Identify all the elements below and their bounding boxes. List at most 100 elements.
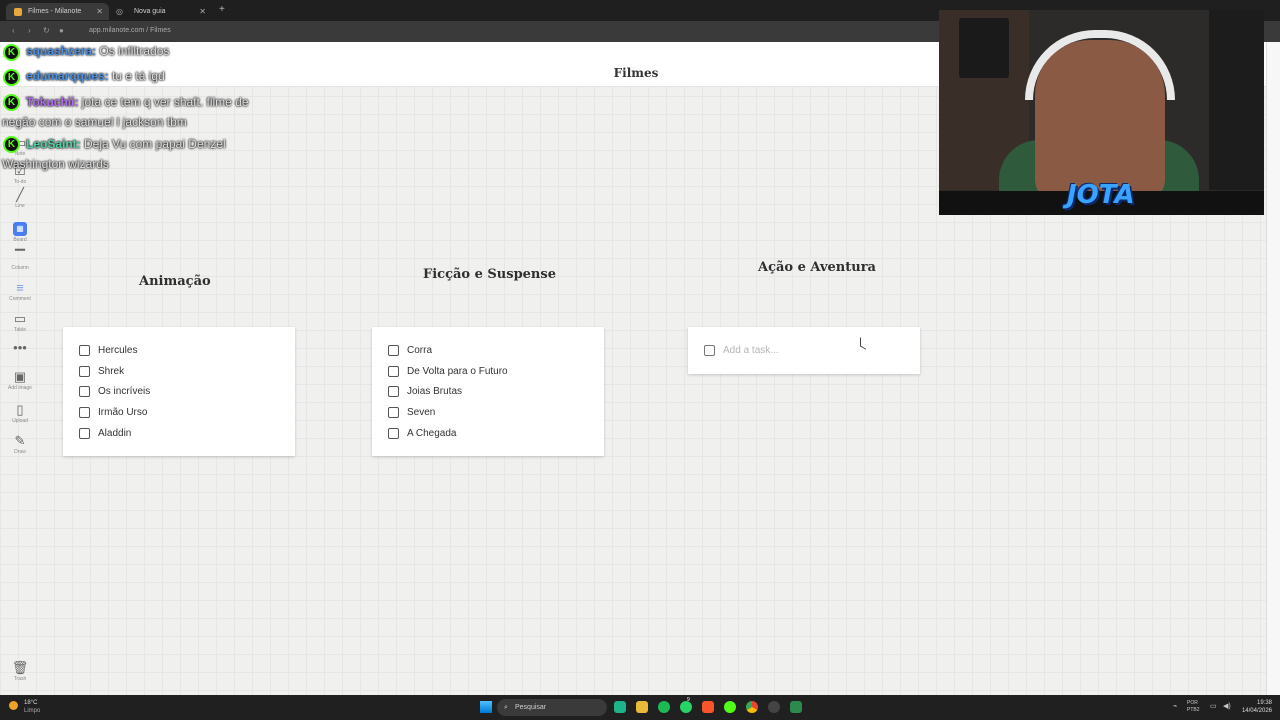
whatsapp-icon[interactable]: 9 [680, 697, 692, 713]
sun-icon [9, 701, 18, 710]
monitor-tray-icon[interactable]: ▭ [1210, 702, 1217, 710]
table-icon: ▭ [13, 311, 27, 326]
back-icon[interactable]: ‹ [12, 26, 15, 35]
chat-message: edumarqques: tu e tá igd [26, 69, 165, 83]
search-icon: ⌕ [504, 704, 508, 711]
background-jersey [1209, 10, 1264, 190]
tab-nova-guia[interactable]: ◎ Nova guia ✕ [112, 3, 212, 20]
column-title-ficcao-suspense[interactable]: Ficção e Suspense [423, 267, 556, 282]
webcam-overlay: JOTA [939, 10, 1264, 215]
kick-badge-icon: K [3, 69, 20, 86]
chat-message: Tokuchii: jota ce tem q ver shaft. filme… [26, 95, 249, 109]
task-item[interactable]: Seven [388, 405, 435, 419]
task-checkbox[interactable] [79, 385, 90, 397]
copilot-icon[interactable] [614, 701, 626, 713]
new-tab-favicon-icon: ◎ [116, 7, 123, 16]
new-tab-button[interactable]: + [219, 4, 225, 15]
close-tab-icon[interactable]: ✕ [96, 3, 103, 20]
column-title-acao-aventura[interactable]: Ação e Aventura [758, 260, 876, 275]
reload-icon[interactable]: ↻ [43, 26, 50, 35]
image-icon: ▣ [13, 369, 27, 384]
right-panel [1266, 42, 1280, 695]
app-icon[interactable] [790, 701, 802, 713]
forward-icon[interactable]: › [28, 26, 31, 35]
upload-icon: ▯ [16, 402, 24, 417]
kick-badge-icon: K [3, 44, 20, 61]
task-checkbox[interactable] [79, 406, 90, 418]
windows-start-icon[interactable] [480, 701, 492, 713]
task-checkbox[interactable] [79, 365, 90, 377]
file-explorer-icon[interactable] [636, 701, 648, 713]
chat-message: squashzera: Os infiltrados [26, 44, 170, 58]
mic-icon[interactable]: ● [59, 26, 64, 35]
windows-taskbar: 18°C Limpo ⌕ Pesquisar 9 ⌁ POR PTB2 ▭ ◀)… [0, 695, 1280, 720]
column-title-animacao[interactable]: Animação [139, 274, 211, 289]
board-icon: ▦ [13, 222, 27, 236]
task-checkbox[interactable] [79, 427, 90, 439]
line-icon: ╱ [16, 187, 24, 202]
chat-message: LeoSaint: Deja Vu com papai Denzel [26, 137, 226, 151]
kick-badge-icon: K [3, 136, 20, 153]
tool-column[interactable]: ▔ Column [6, 249, 34, 272]
board-title[interactable]: Filmes [586, 66, 686, 80]
task-checkbox[interactable] [388, 427, 399, 439]
background-poster [959, 18, 1009, 78]
streamer-logo: JOTA [1067, 180, 1135, 210]
trash-icon: 🗑 [11, 660, 29, 675]
tab-filmes[interactable]: Filmes - Milanote ✕ [6, 3, 109, 20]
task-item[interactable]: De Volta para o Futuro [388, 364, 508, 378]
task-item[interactable]: Shrek [79, 364, 124, 378]
task-checkbox[interactable] [388, 344, 399, 356]
add-task-placeholder[interactable]: Add a task... [723, 345, 779, 356]
tab-label: Nova guia [134, 8, 166, 15]
task-checkbox[interactable] [704, 344, 715, 356]
chat-message-continued: Washington wizards [2, 157, 109, 171]
weather-widget[interactable]: 18°C Limpo [9, 699, 40, 715]
tab-label: Filmes - Milanote [28, 8, 82, 15]
todo-card-ficcao-suspense[interactable]: Corra De Volta para o Futuro Joias Bruta… [372, 327, 604, 456]
language-indicator[interactable]: POR PTB2 [1187, 700, 1200, 714]
kick-badge-icon: K [3, 94, 20, 111]
milanote-favicon-icon [14, 8, 22, 16]
url-field[interactable]: app.milanote.com / Filmes [89, 27, 171, 34]
chat-message-continued: negão com o samuel l jackson tbm [2, 115, 187, 129]
task-checkbox[interactable] [388, 385, 399, 397]
comment-icon: ≡ [16, 280, 24, 295]
task-item[interactable]: Irmão Urso [79, 405, 147, 419]
tool-trash[interactable]: 🗑 Trash [6, 660, 34, 683]
obs-icon[interactable] [768, 701, 780, 713]
task-item[interactable]: Hercules [79, 343, 137, 357]
tool-more[interactable]: ••• [6, 341, 34, 355]
task-item[interactable]: A Chegada [388, 426, 457, 440]
close-tab-icon[interactable]: ✕ [199, 3, 206, 20]
more-icon: ••• [13, 340, 27, 355]
headphones [1025, 30, 1175, 100]
task-item[interactable]: Aladdin [79, 426, 131, 440]
tool-line[interactable]: ╱ Line [6, 187, 34, 210]
taskbar-search[interactable]: ⌕ Pesquisar [497, 699, 607, 716]
spotify-icon[interactable] [658, 701, 670, 713]
tool-table[interactable]: ▭ Table [6, 311, 34, 334]
task-item[interactable]: Corra [388, 343, 432, 357]
task-item[interactable]: Os incríveis [79, 384, 150, 398]
todo-card-acao-aventura[interactable]: Add a task... [688, 327, 920, 374]
task-checkbox[interactable] [388, 365, 399, 377]
kick-icon[interactable] [724, 701, 736, 713]
tool-comment[interactable]: ≡ Comment [6, 280, 34, 303]
chrome-icon[interactable] [746, 701, 758, 713]
task-checkbox[interactable] [388, 406, 399, 418]
task-item[interactable]: Joias Brutas [388, 384, 462, 398]
todo-card-animacao[interactable]: Hercules Shrek Os incríveis Irmão Urso A… [63, 327, 295, 456]
column-icon: ▔ [15, 249, 25, 264]
add-task-row[interactable]: Add a task... [704, 343, 779, 357]
volume-tray-icon[interactable]: ◀) [1223, 702, 1231, 710]
tool-board[interactable]: ▦ Board [6, 220, 34, 243]
system-clock[interactable]: 19:38 14/04/2026 [1238, 699, 1272, 715]
tool-add-image[interactable]: ▣ Add image [6, 369, 34, 392]
tool-draw[interactable]: ✎ Draw [6, 433, 34, 456]
task-checkbox[interactable] [79, 344, 90, 356]
brave-icon[interactable] [702, 701, 714, 713]
tool-upload[interactable]: ▯ Upload [6, 402, 34, 425]
draw-icon: ✎ [14, 433, 26, 448]
network-tray-icon[interactable]: ⌁ [1173, 702, 1177, 710]
